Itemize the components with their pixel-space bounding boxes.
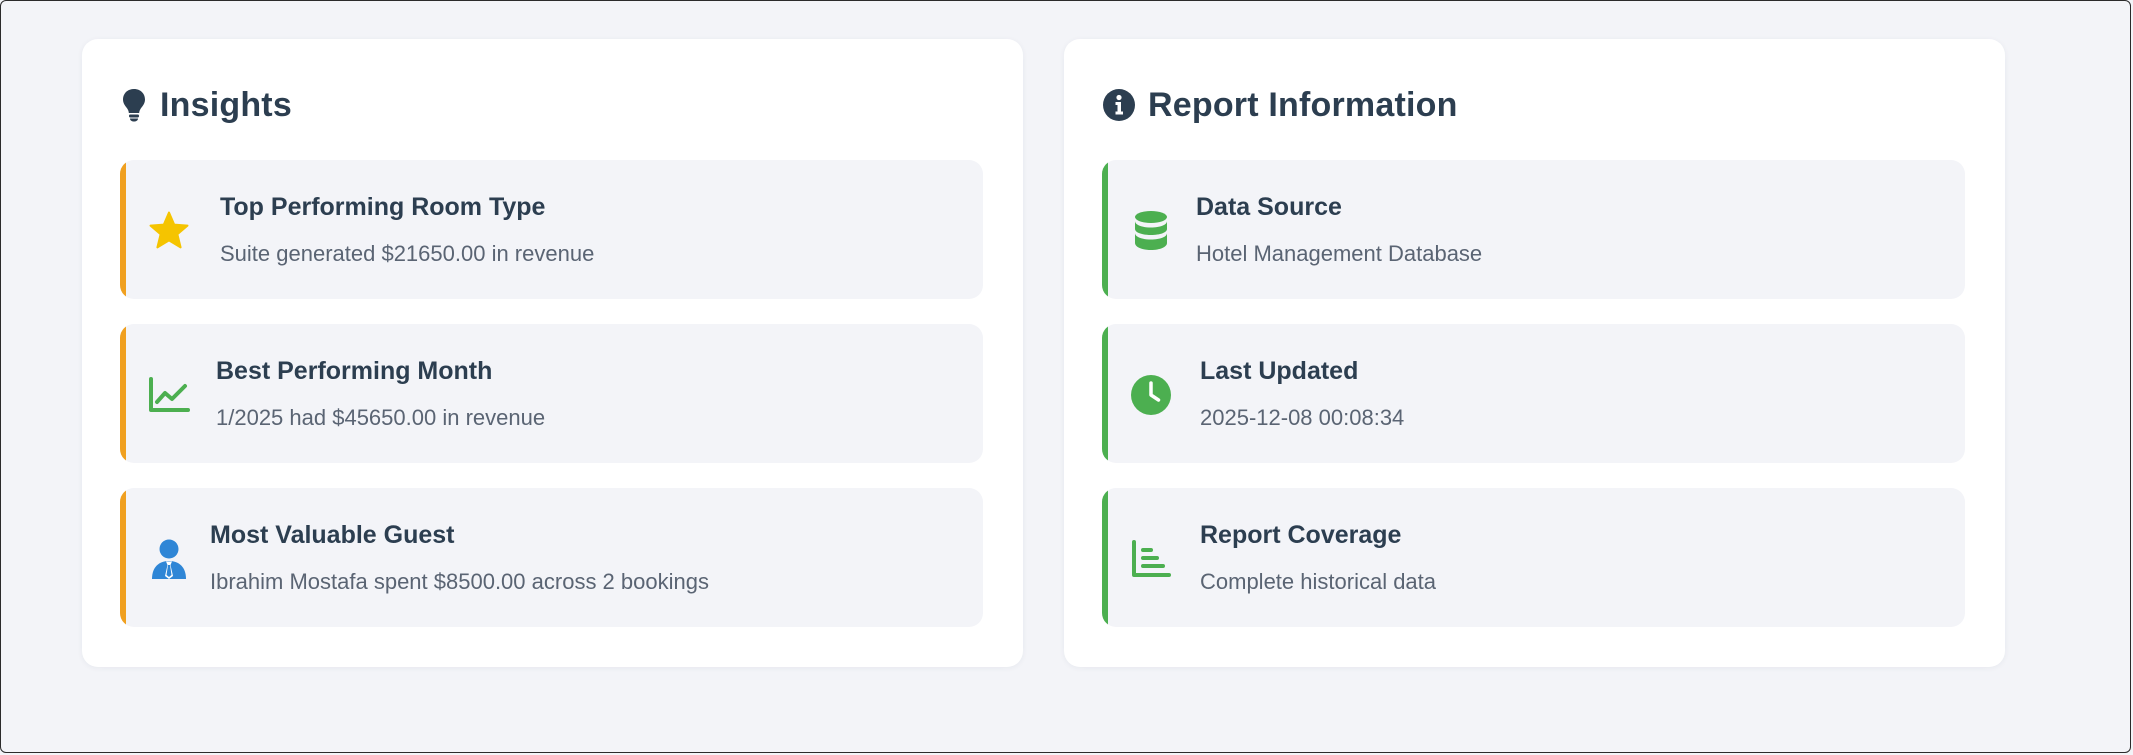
insights-title: Insights — [160, 85, 292, 124]
insight-card-valuable-guest: Most Valuable Guest Ibrahim Mostafa spen… — [120, 488, 983, 627]
star-icon — [146, 208, 192, 254]
card-description: 2025-12-08 00:08:34 — [1200, 405, 1405, 430]
card-title: Most Valuable Guest — [210, 521, 455, 549]
report-information-title: Report Information — [1148, 85, 1458, 124]
card-title: Top Performing Room Type — [220, 193, 546, 221]
card-title: Best Performing Month — [216, 357, 493, 385]
card-description: Ibrahim Mostafa spent $8500.00 across 2 … — [210, 569, 709, 594]
line-chart-icon — [146, 372, 192, 418]
card-title: Last Updated — [1200, 357, 1359, 385]
card-description: Complete historical data — [1200, 569, 1437, 594]
card-description: 1/2025 had $45650.00 in revenue — [216, 405, 546, 430]
insights-panel: Insights Top Performing Room Type Suite … — [82, 39, 1023, 667]
bar-chart-icon — [1128, 536, 1174, 582]
card-title: Report Coverage — [1200, 521, 1402, 549]
insight-card-top-room-type: Top Performing Room Type Suite generated… — [120, 160, 983, 299]
insight-card-best-month: Best Performing Month 1/2025 had $45650.… — [120, 324, 983, 463]
card-description: Suite generated $21650.00 in revenue — [220, 241, 595, 266]
info-card-data-source: Data Source Hotel Management Database — [1102, 160, 1965, 299]
info-card-report-coverage: Report Coverage Complete historical data — [1102, 488, 1965, 627]
info-circle-icon — [1102, 87, 1136, 123]
user-tie-icon — [146, 536, 192, 582]
report-information-panel: Report Information Data Source Hotel Man… — [1064, 39, 2005, 667]
card-description: Hotel Management Database — [1196, 241, 1483, 266]
report-information-header: Report Information — [1102, 83, 1458, 127]
clock-icon — [1128, 372, 1174, 418]
info-card-last-updated: Last Updated 2025-12-08 00:08:34 — [1102, 324, 1965, 463]
insights-header: Insights — [120, 83, 292, 127]
database-icon — [1128, 208, 1174, 254]
card-title: Data Source — [1196, 193, 1342, 221]
lightbulb-icon — [120, 87, 148, 123]
